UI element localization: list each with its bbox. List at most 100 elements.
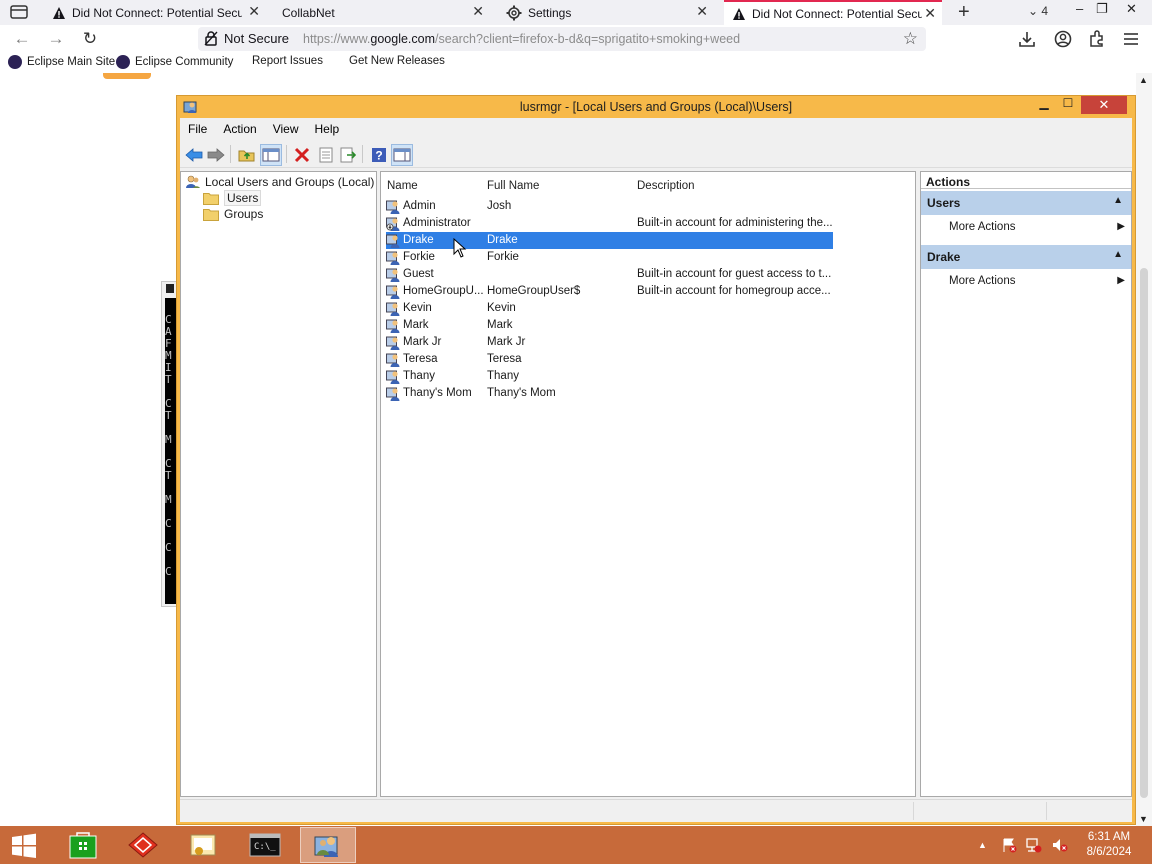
tab-security-issue-2[interactable]: Did Not Connect: Potential Security Issu… xyxy=(724,0,942,25)
taskbar-file-explorer[interactable] xyxy=(175,827,231,863)
tree-node-users[interactable]: Users xyxy=(203,190,262,206)
tab-title: CollabNet xyxy=(282,5,335,20)
tree-node-label: Users xyxy=(224,190,262,206)
bookmark-star-icon[interactable]: ☆ xyxy=(903,29,918,49)
user-row[interactable]: Kevin Kevin xyxy=(386,300,833,317)
user-row[interactable]: Thany's Mom Thany's Mom xyxy=(386,385,833,402)
tab-collabnet[interactable]: CollabNet ✕ xyxy=(282,0,486,25)
collapse-up-icon[interactable]: ▲ xyxy=(1113,195,1123,206)
user-row[interactable]: Admin Josh xyxy=(386,198,833,215)
minimize-icon[interactable]: ▁ xyxy=(1033,96,1055,114)
console-glyph: C xyxy=(165,565,172,578)
forward-arrow-icon[interactable] xyxy=(205,144,227,166)
menu-file[interactable]: File xyxy=(180,122,215,136)
user-row[interactable]: Mark Jr Mark Jr xyxy=(386,334,833,351)
restore-icon[interactable]: ❐ xyxy=(1096,1,1108,17)
store-icon xyxy=(69,832,97,859)
column-header-description[interactable]: Description xyxy=(637,180,695,192)
submenu-arrow-icon: ▶ xyxy=(1117,221,1125,232)
user-row[interactable]: Thany Thany xyxy=(386,368,833,385)
bookmark-eclipse-community[interactable]: Eclipse Community xyxy=(116,55,233,69)
firefox-view-icon[interactable] xyxy=(8,3,30,21)
column-header-full-name[interactable]: Full Name xyxy=(487,180,539,192)
show-hide-console-tree-icon[interactable] xyxy=(260,144,282,166)
user-row[interactable]: Guest Built-in account for guest access t… xyxy=(386,266,833,283)
console-glyph: C xyxy=(165,541,172,554)
console-icon xyxy=(166,284,174,293)
user-row[interactable]: Administrator Built-in account for admini… xyxy=(386,215,833,232)
menu-action[interactable]: Action xyxy=(215,122,264,136)
user-row[interactable]: HomeGroupU... HomeGroupUser$ Built-in acco… xyxy=(386,283,833,300)
taskbar-store[interactable] xyxy=(55,827,111,863)
page-button-edge xyxy=(103,73,151,79)
tree-root[interactable]: Local Users and Groups (Local) xyxy=(185,174,374,190)
tab-settings[interactable]: Settings ✕ xyxy=(506,0,710,25)
command-prompt-icon: C:\_ xyxy=(249,833,281,857)
new-tab-icon[interactable]: + xyxy=(958,1,970,24)
export-list-icon[interactable] xyxy=(337,144,359,166)
scrollbar-thumb[interactable] xyxy=(1140,268,1148,798)
scroll-down-icon[interactable]: ▼ xyxy=(1139,814,1148,824)
users-more-actions[interactable]: More Actions ▶ xyxy=(949,221,1129,233)
taskbar-command-prompt[interactable]: C:\_ xyxy=(237,827,293,863)
delete-icon[interactable] xyxy=(291,144,313,166)
column-header-name[interactable]: Name xyxy=(387,180,418,192)
close-tab-icon[interactable]: ✕ xyxy=(472,3,484,20)
properties-icon[interactable] xyxy=(315,144,337,166)
window-title: lusrmgr - [Local Users and Groups (Local… xyxy=(519,100,793,114)
page-scrollbar[interactable]: ▲ ▼ xyxy=(1136,73,1152,826)
user-icon xyxy=(386,200,400,214)
hamburger-menu-icon[interactable] xyxy=(1121,29,1141,49)
close-tab-icon[interactable]: ✕ xyxy=(924,5,936,22)
scroll-up-icon[interactable]: ▲ xyxy=(1139,75,1148,85)
user-full-name: Mark Jr xyxy=(487,336,526,348)
show-hidden-icons-arrow[interactable]: ▲ xyxy=(978,840,987,850)
minimize-icon[interactable]: – xyxy=(1076,1,1083,16)
url-bar[interactable]: Not Secure https://www.google.com/search… xyxy=(198,27,926,51)
security-indicator[interactable]: Not Secure xyxy=(204,31,289,46)
tree-node-groups[interactable]: Groups xyxy=(203,207,263,221)
bookmark-report-issues[interactable]: Report Issues xyxy=(252,55,323,67)
download-icon[interactable] xyxy=(1017,29,1037,49)
extensions-icon[interactable] xyxy=(1087,29,1107,49)
forward-arrow-icon[interactable]: → xyxy=(46,29,66,49)
action-group-users[interactable]: Users ▲ xyxy=(921,191,1131,215)
network-icon[interactable] xyxy=(1025,837,1043,853)
user-row[interactable]: Teresa Teresa xyxy=(386,351,833,368)
up-folder-icon[interactable] xyxy=(236,144,258,166)
chevron-down-icon: ⌄ xyxy=(1028,4,1039,18)
collapse-up-icon[interactable]: ▲ xyxy=(1113,249,1123,260)
start-windows-icon[interactable] xyxy=(10,832,38,860)
menu-help[interactable]: Help xyxy=(307,122,348,136)
url-prefix: https://www. xyxy=(303,32,371,46)
tab-security-issue-1[interactable]: Did Not Connect: Potential Security Issu… xyxy=(52,0,260,25)
close-tab-icon[interactable]: ✕ xyxy=(248,3,260,20)
account-icon[interactable] xyxy=(1053,29,1073,49)
taskbar-lusrmgr[interactable] xyxy=(300,827,356,863)
close-tab-icon[interactable]: ✕ xyxy=(696,3,708,20)
volume-muted-icon[interactable] xyxy=(1051,837,1069,853)
submenu-arrow-icon: ▶ xyxy=(1117,275,1125,286)
taskbar-clock[interactable]: 6:31 AM 8/6/2024 xyxy=(1078,830,1140,860)
close-icon[interactable]: ✕ xyxy=(1081,96,1127,114)
drake-more-actions[interactable]: More Actions ▶ xyxy=(949,275,1129,287)
background-console-window[interactable]: CAFMITCTMCTMCCC xyxy=(161,281,177,607)
url-text[interactable]: https://www.google.com/search?client=fir… xyxy=(303,32,740,46)
list-all-tabs-button[interactable]: ⌄ 4 xyxy=(1028,4,1048,18)
close-icon[interactable]: ✕ xyxy=(1126,1,1137,17)
bookmark-eclipse-main-site[interactable]: Eclipse Main Site xyxy=(8,55,115,69)
tab-title: Did Not Connect: Potential Security Issu… xyxy=(752,6,922,21)
help-icon[interactable]: ? xyxy=(368,144,390,166)
reload-icon[interactable]: ↻ xyxy=(80,29,100,49)
back-arrow-icon[interactable]: ← xyxy=(12,29,32,49)
maximize-icon[interactable]: ☐ xyxy=(1057,96,1079,114)
action-center-flag-icon[interactable] xyxy=(1001,837,1017,853)
bookmark-get-new-releases[interactable]: Get New Releases xyxy=(349,55,445,67)
back-arrow-icon[interactable] xyxy=(183,144,205,166)
user-row[interactable]: Mark Mark xyxy=(386,317,833,334)
taskbar-app-red[interactable] xyxy=(115,827,171,863)
window-titlebar[interactable]: lusrmgr - [Local Users and Groups (Local… xyxy=(177,96,1135,118)
menu-view[interactable]: View xyxy=(265,122,307,136)
action-group-drake[interactable]: Drake ▲ xyxy=(921,245,1131,269)
show-action-pane-icon[interactable] xyxy=(391,144,413,166)
